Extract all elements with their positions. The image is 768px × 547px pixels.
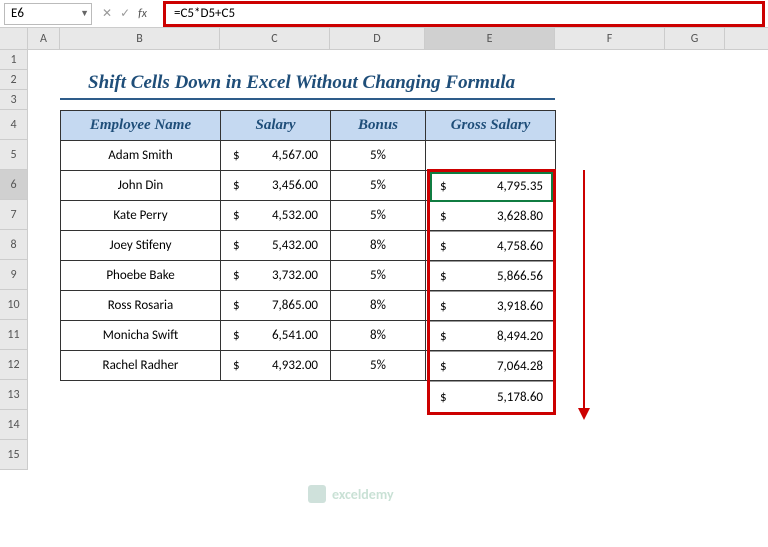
- gross-salary-highlight: $4,795.35 $3,628.80 $4,758.60 $5,866.56 …: [427, 169, 556, 415]
- row-header-6[interactable]: 6: [0, 170, 28, 200]
- select-all-corner[interactable]: [0, 28, 28, 49]
- col-header-D[interactable]: D: [330, 28, 425, 49]
- cell-bonus[interactable]: 5%: [331, 261, 426, 291]
- cell-salary[interactable]: $3,456.00: [221, 171, 331, 201]
- arrow-down-icon: [583, 170, 585, 410]
- row-header-10[interactable]: 10: [0, 290, 28, 320]
- row-header-8[interactable]: 8: [0, 230, 28, 260]
- cell-salary[interactable]: $3,732.00: [221, 261, 331, 291]
- cell-bonus[interactable]: 5%: [331, 201, 426, 231]
- row-header-11[interactable]: 11: [0, 320, 28, 350]
- table-row: Adam Smith $4,567.00 5%: [61, 141, 556, 171]
- cell-name[interactable]: Kate Perry: [61, 201, 221, 231]
- column-headers: A B C D E F G: [0, 28, 768, 50]
- col-header-G[interactable]: G: [665, 28, 725, 49]
- gross-cell-selected[interactable]: $4,795.35: [430, 172, 553, 202]
- col-header-F[interactable]: F: [555, 28, 665, 49]
- cell-salary[interactable]: $5,432.00: [221, 231, 331, 261]
- header-bonus[interactable]: Bonus: [331, 111, 426, 141]
- gross-cell[interactable]: $8,494.20: [430, 322, 553, 352]
- table-header-row: Employee Name Salary Bonus Gross Salary: [61, 111, 556, 141]
- row-header-7[interactable]: 7: [0, 200, 28, 230]
- gross-cell[interactable]: $7,064.28: [430, 352, 553, 382]
- exceldemy-logo-icon: [308, 485, 326, 503]
- cell-bonus[interactable]: 5%: [331, 141, 426, 171]
- row-header-9[interactable]: 9: [0, 260, 28, 290]
- cell-bonus[interactable]: 5%: [331, 351, 426, 381]
- name-box-dropdown-icon[interactable]: ▼: [80, 8, 89, 19]
- cell-bonus[interactable]: 8%: [331, 231, 426, 261]
- header-name[interactable]: Employee Name: [61, 111, 221, 141]
- watermark: exceldemy: [308, 485, 394, 503]
- row-header-5[interactable]: 5: [0, 140, 28, 170]
- row-header-15[interactable]: 15: [0, 440, 28, 470]
- row-header-14[interactable]: 14: [0, 410, 28, 440]
- col-header-A[interactable]: A: [28, 28, 60, 49]
- row-header-1[interactable]: 1: [0, 50, 28, 70]
- page-title: Shift Cells Down in Excel Without Changi…: [88, 72, 515, 94]
- cell-salary[interactable]: $7,865.00: [221, 291, 331, 321]
- cell-bonus[interactable]: 8%: [331, 321, 426, 351]
- spreadsheet-grid: A B C D E F G 1 2 3 4 5 6 7 8 9 10 11 12…: [0, 28, 768, 470]
- name-box[interactable]: E6 ▼: [4, 3, 92, 25]
- cancel-icon[interactable]: ✕: [102, 6, 112, 21]
- enter-icon[interactable]: ✓: [120, 6, 130, 21]
- cell-name[interactable]: Phoebe Bake: [61, 261, 221, 291]
- cell-name[interactable]: John Din: [61, 171, 221, 201]
- cells-area[interactable]: Shift Cells Down in Excel Without Changi…: [28, 50, 768, 470]
- cell-name[interactable]: Rachel Radher: [61, 351, 221, 381]
- gross-cell[interactable]: $3,628.80: [430, 202, 553, 232]
- cell-name[interactable]: Monicha Swift: [61, 321, 221, 351]
- row-header-13[interactable]: 13: [0, 380, 28, 410]
- cell-gross-empty[interactable]: [426, 141, 556, 171]
- gross-cell[interactable]: $5,178.60: [430, 382, 553, 412]
- gross-cell[interactable]: $4,758.60: [430, 232, 553, 262]
- col-header-E[interactable]: E: [425, 28, 555, 49]
- title-underline: [60, 98, 555, 100]
- row-header-3[interactable]: 3: [0, 90, 28, 110]
- cell-salary[interactable]: $4,532.00: [221, 201, 331, 231]
- cell-name[interactable]: Joey Stifeny: [61, 231, 221, 261]
- cell-salary[interactable]: $4,932.00: [221, 351, 331, 381]
- col-header-C[interactable]: C: [220, 28, 330, 49]
- fx-icon[interactable]: fx: [138, 7, 147, 21]
- cell-salary[interactable]: $6,541.00: [221, 321, 331, 351]
- formula-text: =C5*D5+C5: [174, 6, 235, 21]
- row-header-12[interactable]: 12: [0, 350, 28, 380]
- row-header-4[interactable]: 4: [0, 110, 28, 140]
- row-header-2[interactable]: 2: [0, 70, 28, 90]
- cell-bonus[interactable]: 5%: [331, 171, 426, 201]
- cell-salary[interactable]: $4,567.00: [221, 141, 331, 171]
- gross-cell[interactable]: $5,866.56: [430, 262, 553, 292]
- formula-bar-controls: ✕ ✓ fx: [102, 6, 153, 21]
- row-headers: 1 2 3 4 5 6 7 8 9 10 11 12 13 14 15: [0, 50, 28, 470]
- header-salary[interactable]: Salary: [221, 111, 331, 141]
- formula-bar-area: E6 ▼ ✕ ✓ fx =C5*D5+C5: [0, 0, 768, 28]
- gross-cell[interactable]: $3,918.60: [430, 292, 553, 322]
- name-box-value: E6: [11, 6, 24, 21]
- header-gross[interactable]: Gross Salary: [426, 111, 556, 141]
- cell-name[interactable]: Adam Smith: [61, 141, 221, 171]
- cell-bonus[interactable]: 8%: [331, 291, 426, 321]
- watermark-text: exceldemy: [332, 486, 394, 503]
- formula-bar[interactable]: =C5*D5+C5: [163, 1, 765, 27]
- cell-name[interactable]: Ross Rosaria: [61, 291, 221, 321]
- col-header-B[interactable]: B: [60, 28, 220, 49]
